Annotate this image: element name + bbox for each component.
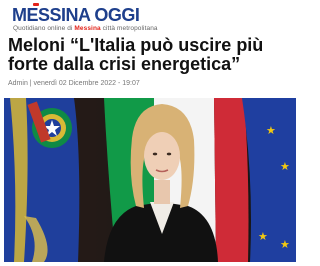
logo-tagline: Quotidiano online di Messina città metro… (13, 25, 158, 32)
svg-text:★: ★ (280, 238, 290, 251)
logo-wordmark-part2: SSINA OGGI (38, 5, 140, 25)
svg-text:★: ★ (258, 230, 268, 243)
tagline-city: Messina (74, 25, 101, 32)
site-logo[interactable]: MESSINA OGGI Quotidiano online di Messin… (12, 3, 162, 34)
photo-illustration: ★ ★ ★ ★ (4, 98, 296, 262)
article-page: MESSINA OGGI Quotidiano online di Messin… (0, 0, 300, 266)
article-title: Meloni “L'Italia può uscire più forte da… (8, 35, 264, 74)
logo-wordmark-part1: ME (12, 5, 39, 25)
svg-text:★: ★ (280, 160, 290, 173)
svg-text:★: ★ (266, 124, 276, 137)
logo-wordmark: MESSINA OGGI (12, 4, 140, 26)
article-meta: Admin | venerdì 02 Dicembre 2022 - 19:07 (8, 80, 140, 87)
logo-accent-mark (33, 3, 39, 6)
tagline-prefix: Quotidiano online di (13, 25, 75, 32)
tagline-suffix: città metropolitana (100, 25, 158, 32)
article-photo[interactable]: ★ ★ ★ ★ (4, 98, 296, 262)
ceremonial-flag (4, 98, 80, 262)
